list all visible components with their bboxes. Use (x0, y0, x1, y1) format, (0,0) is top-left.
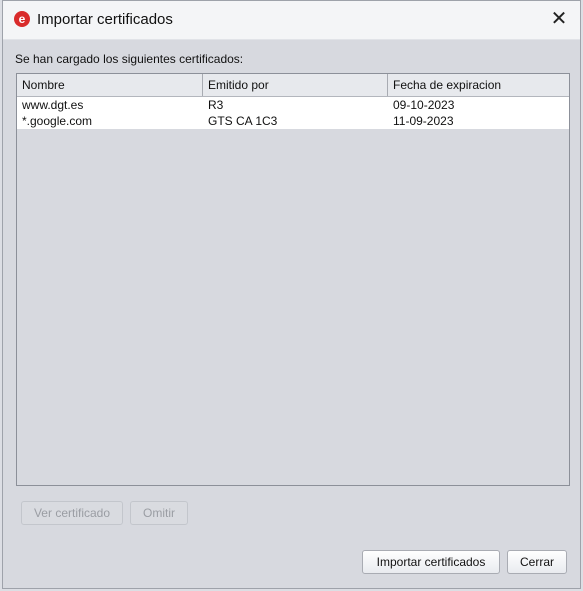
table-header: Nombre Emitido por Fecha de expiracion (17, 74, 569, 97)
app-logo-icon: e (14, 11, 30, 27)
column-header-nombre[interactable]: Nombre (17, 74, 203, 96)
cell-nombre: *.google.com (22, 114, 93, 128)
info-message: Se han cargado los siguientes certificad… (15, 52, 244, 66)
certificates-table: Nombre Emitido por Fecha de expiracion w… (16, 73, 570, 486)
import-certificates-dialog: e Importar certificados ✕ Se han cargado… (2, 0, 581, 589)
skip-button[interactable]: Omitir (130, 501, 188, 525)
table-row[interactable]: www.dgt.es R3 09-10-2023 (17, 97, 569, 113)
cell-fecha-expiracion: 09-10-2023 (393, 98, 455, 112)
table-row[interactable]: *.google.com GTS CA 1C3 11-09-2023 (17, 113, 569, 129)
title-bar: e Importar certificados ✕ (3, 1, 580, 40)
cell-fecha-expiracion: 11-09-2023 (393, 114, 454, 128)
column-header-emitido-por[interactable]: Emitido por (203, 74, 388, 96)
import-certificates-button[interactable]: Importar certificados (362, 550, 500, 574)
view-certificate-button[interactable]: Ver certificado (21, 501, 123, 525)
close-button[interactable]: Cerrar (507, 550, 567, 574)
column-header-fecha-expiracion[interactable]: Fecha de expiracion (388, 74, 569, 96)
cell-emitido-por: GTS CA 1C3 (208, 114, 278, 128)
cell-emitido-por: R3 (208, 98, 224, 112)
table-body: www.dgt.es R3 09-10-2023 *.google.com GT… (17, 97, 569, 129)
close-icon[interactable]: ✕ (544, 5, 574, 33)
cell-nombre: www.dgt.es (22, 98, 84, 112)
dialog-title: Importar certificados (37, 11, 173, 28)
